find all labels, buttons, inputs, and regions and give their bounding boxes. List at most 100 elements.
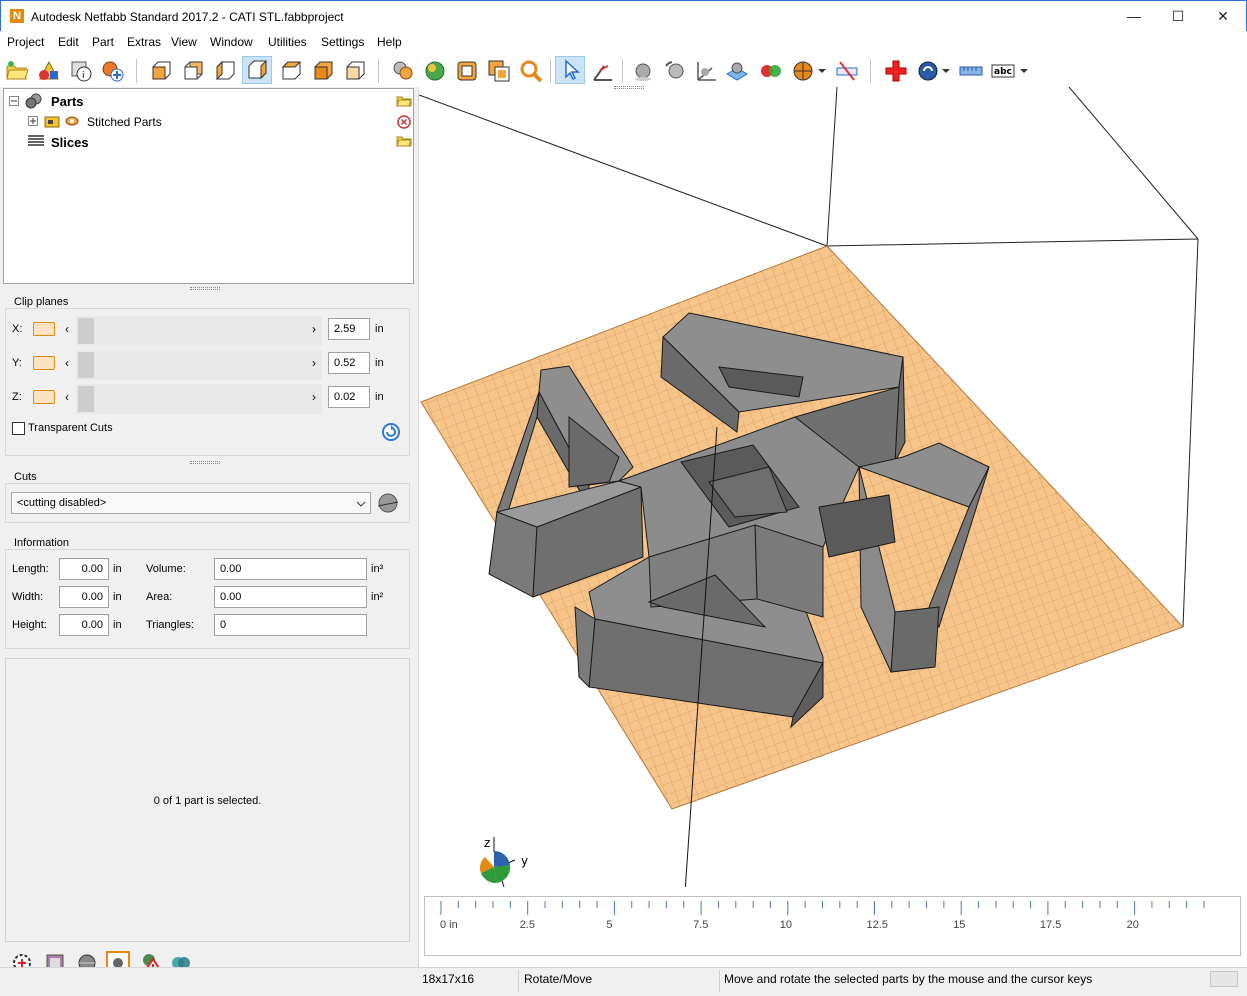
add-repair-icon[interactable] bbox=[100, 58, 126, 84]
repair-icon[interactable] bbox=[883, 58, 909, 84]
open-folder-icon[interactable] bbox=[396, 95, 412, 107]
clip-y-decrement[interactable]: ‹ bbox=[65, 356, 69, 370]
clip-y-slider-thumb[interactable] bbox=[78, 352, 94, 378]
measure-ruler-icon[interactable] bbox=[958, 58, 984, 84]
axes-icon[interactable] bbox=[692, 58, 718, 84]
cut-tool-icon[interactable] bbox=[375, 490, 401, 516]
clip-planes-title: Clip planes bbox=[12, 296, 71, 308]
tree-row-parts[interactable]: Parts bbox=[9, 93, 412, 111]
menu-settings[interactable]: Settings bbox=[321, 35, 364, 49]
clip-y-input[interactable]: 0.52 bbox=[328, 352, 370, 374]
volume-field[interactable]: 0.00 bbox=[214, 558, 367, 580]
menu-extras[interactable]: Extras bbox=[127, 35, 161, 49]
tree-label-slices: Slices bbox=[51, 135, 89, 150]
reset-clip-icon[interactable] bbox=[381, 422, 401, 442]
clip-z-increment[interactable]: › bbox=[312, 390, 316, 404]
length-field[interactable]: 0.00 bbox=[59, 558, 109, 580]
clip-x-slider[interactable] bbox=[76, 316, 322, 346]
view-iso-icon[interactable] bbox=[342, 58, 368, 84]
sphere-icon[interactable] bbox=[630, 58, 656, 84]
part-info-icon[interactable]: i bbox=[68, 58, 94, 84]
measure-tool-icon[interactable] bbox=[590, 58, 616, 84]
platform-icon[interactable] bbox=[724, 58, 750, 84]
clip-y-increment[interactable]: › bbox=[312, 356, 316, 370]
label-text-icon[interactable]: abc bbox=[990, 58, 1016, 84]
view-right-icon bbox=[248, 59, 267, 80]
remove-part-icon[interactable] bbox=[397, 115, 411, 129]
cuts-select[interactable]: <cutting disabled> bbox=[11, 492, 371, 514]
clip-x-decrement[interactable]: ‹ bbox=[65, 322, 69, 336]
3d-viewport[interactable]: z y x bbox=[418, 86, 1247, 967]
area-unit: in² bbox=[371, 591, 384, 603]
chevron-down-icon[interactable] bbox=[816, 58, 828, 84]
scene-canvas[interactable]: z y x bbox=[419, 87, 1247, 887]
boxes-icon[interactable] bbox=[486, 58, 512, 84]
select-tool-button[interactable] bbox=[555, 56, 585, 84]
ruler-label: 15 bbox=[953, 919, 966, 931]
menu-utilities[interactable]: Utilities bbox=[268, 35, 307, 49]
clip-y-unit: in bbox=[375, 357, 384, 369]
main-toolbar: i abc bbox=[0, 53, 1247, 87]
menu-part[interactable]: Part bbox=[92, 35, 114, 49]
width-field[interactable]: 0.00 bbox=[59, 586, 109, 608]
chevron-down-icon[interactable] bbox=[940, 58, 952, 84]
tree-row-stitched-parts[interactable]: Stitched Parts bbox=[9, 113, 411, 131]
clip-y-slider[interactable] bbox=[76, 350, 322, 380]
clip-z-slider[interactable] bbox=[76, 384, 322, 414]
clip-z-decrement[interactable]: ‹ bbox=[65, 390, 69, 404]
analysis-icon[interactable] bbox=[915, 58, 941, 84]
view-bottom-icon[interactable] bbox=[310, 58, 336, 84]
shading-icon[interactable] bbox=[390, 58, 416, 84]
maximize-button[interactable]: ☐ bbox=[1155, 1, 1201, 31]
clip-x-slider-thumb[interactable] bbox=[78, 318, 94, 344]
ruler-label: 0 in bbox=[440, 919, 458, 931]
height-field[interactable]: 0.00 bbox=[59, 614, 109, 636]
clip-x-input[interactable]: 2.59 bbox=[328, 318, 370, 340]
visibility-eye-icon[interactable] bbox=[65, 115, 79, 127]
chevron-down-icon[interactable] bbox=[1018, 58, 1030, 84]
transparent-cuts-label: Transparent Cuts bbox=[28, 422, 113, 434]
wireframe-icon[interactable] bbox=[454, 58, 480, 84]
menu-view[interactable]: View bbox=[171, 35, 197, 49]
volume-label: Volume: bbox=[146, 563, 186, 575]
view-front-icon[interactable] bbox=[148, 58, 174, 84]
status-mode: Rotate/Move bbox=[524, 972, 593, 986]
minimize-button[interactable]: — bbox=[1111, 1, 1157, 31]
menu-edit[interactable]: Edit bbox=[58, 35, 79, 49]
view-top-icon[interactable] bbox=[278, 58, 304, 84]
open-project-icon[interactable] bbox=[4, 58, 30, 84]
clip-z-toggle[interactable] bbox=[33, 390, 55, 404]
menu-window[interactable]: Window bbox=[210, 35, 253, 49]
clip-y-toggle[interactable] bbox=[33, 356, 55, 370]
open-folder-icon[interactable] bbox=[396, 135, 412, 147]
tree-row-slices[interactable]: Slices bbox=[9, 133, 412, 151]
menu-help[interactable]: Help bbox=[377, 35, 402, 49]
view-back-icon[interactable] bbox=[180, 58, 206, 84]
transparent-cuts-checkbox[interactable] bbox=[12, 422, 25, 435]
expand-icon[interactable] bbox=[28, 116, 38, 126]
clip-z-input[interactable]: 0.02 bbox=[328, 386, 370, 408]
panel-splitter[interactable] bbox=[190, 461, 220, 464]
clip-z-slider-thumb[interactable] bbox=[78, 386, 94, 412]
area-field[interactable]: 0.00 bbox=[214, 586, 367, 608]
rotate-icon[interactable] bbox=[662, 58, 688, 84]
merge-icon[interactable] bbox=[758, 58, 784, 84]
ruler-tool-icon[interactable] bbox=[834, 58, 860, 84]
app-logo-icon: N bbox=[10, 9, 24, 23]
zoom-icon[interactable] bbox=[518, 58, 544, 84]
basketball-icon[interactable] bbox=[790, 58, 816, 84]
close-button[interactable]: ✕ bbox=[1200, 1, 1246, 31]
view-right-button[interactable] bbox=[242, 56, 272, 84]
triangles-field[interactable]: 0 bbox=[214, 614, 367, 636]
menu-project[interactable]: Project bbox=[7, 35, 44, 49]
clip-x-increment[interactable]: › bbox=[312, 322, 316, 336]
view-left-icon[interactable] bbox=[212, 58, 238, 84]
collapse-icon[interactable] bbox=[9, 96, 19, 106]
clip-x-toggle[interactable] bbox=[33, 322, 55, 336]
panel-splitter[interactable] bbox=[190, 287, 220, 290]
status-separator bbox=[719, 970, 720, 992]
color-parts-icon[interactable] bbox=[422, 58, 448, 84]
axis-gizmo[interactable]: z y x bbox=[479, 836, 528, 887]
add-part-icon[interactable] bbox=[36, 58, 62, 84]
toolbar-separator bbox=[378, 59, 379, 83]
